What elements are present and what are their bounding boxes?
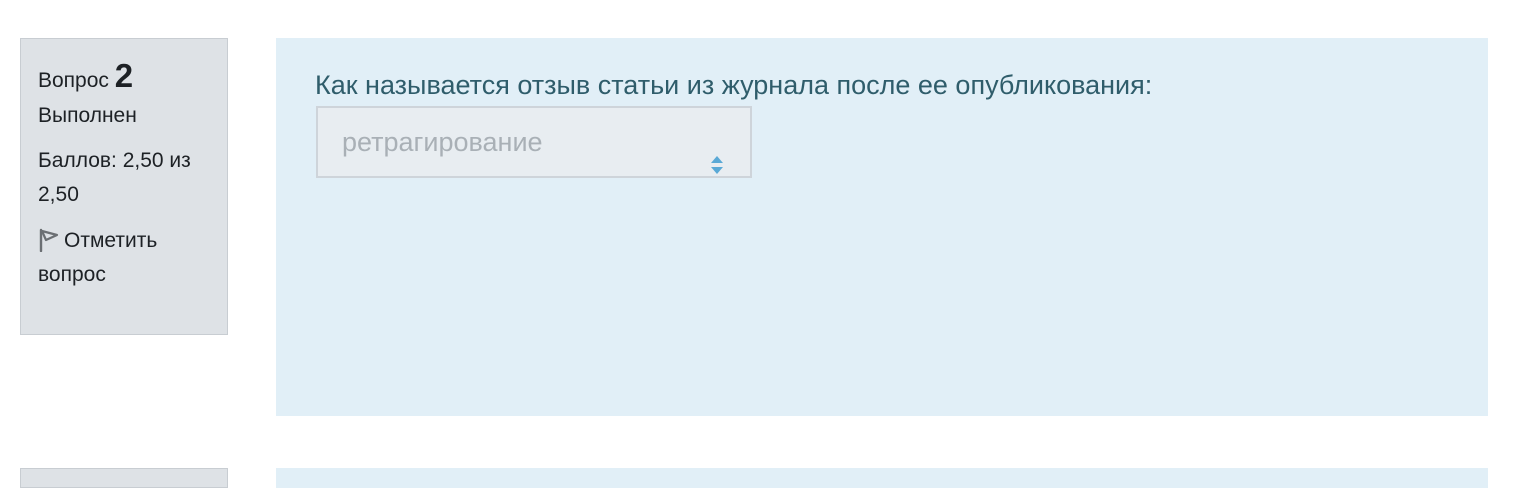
question-number-heading: Вопрос 2	[38, 57, 210, 100]
next-question-info-panel	[20, 468, 228, 488]
next-question-content-panel	[276, 468, 1488, 488]
question-number: 2	[114, 57, 134, 94]
flag-icon	[38, 228, 60, 253]
answer-select-value: ретрагирование	[342, 127, 543, 157]
question-word: Вопрос	[38, 69, 109, 92]
answer-select[interactable]: ретрагирование	[316, 106, 752, 178]
select-arrows-icon	[710, 132, 724, 174]
question-grade: Баллов: 2,50 из 2,50	[38, 149, 191, 206]
flag-question-link[interactable]: Отметить вопрос	[38, 224, 210, 292]
question-state: Выполнен	[38, 104, 137, 127]
question-info-panel: Вопрос 2 Выполнен Баллов: 2,50 из 2,50 О…	[20, 38, 228, 335]
question-content-panel: Как называется отзыв статьи из журнала п…	[276, 38, 1488, 416]
question-text: Как называется отзыв статьи из журнала п…	[315, 70, 1153, 100]
